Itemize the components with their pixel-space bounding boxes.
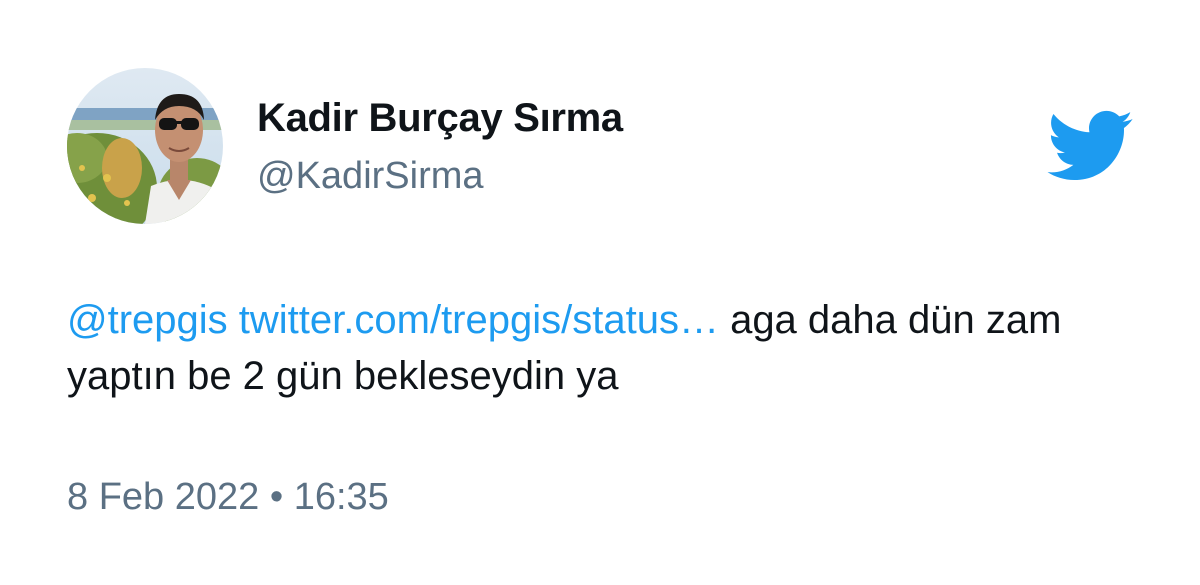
status-link[interactable]: twitter.com/trepgis/status… xyxy=(239,298,719,342)
tweet-date: 8 Feb 2022 xyxy=(67,476,260,518)
twitter-bird-shape xyxy=(1047,110,1133,181)
mention-link[interactable]: @trepgis xyxy=(67,298,228,342)
twitter-bird-icon[interactable] xyxy=(1044,108,1134,183)
author-handle[interactable]: @KadirSirma xyxy=(257,153,484,199)
avatar[interactable] xyxy=(67,68,223,224)
avatar-photo xyxy=(67,68,223,224)
tweet-time: 16:35 xyxy=(293,476,389,518)
tweet-text: @trepgis twitter.com/trepgis/status… aga… xyxy=(67,292,1147,404)
author-display-name[interactable]: Kadir Burçay Sırma xyxy=(257,94,623,142)
tweet-timestamp[interactable]: 8 Feb 2022 • 16:35 xyxy=(67,474,389,520)
timestamp-separator: • xyxy=(269,476,284,518)
